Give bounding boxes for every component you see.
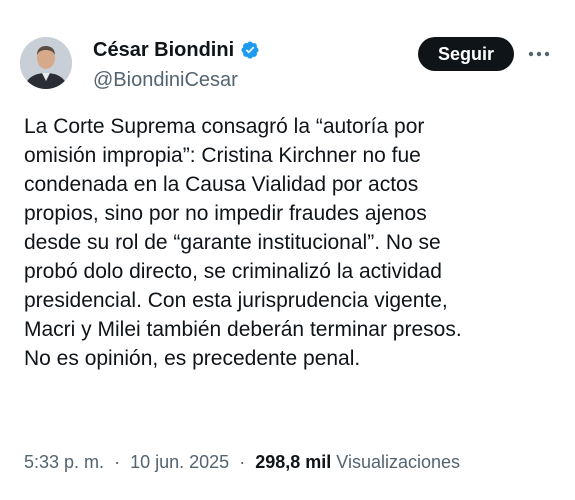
follow-button[interactable]: Seguir [418,37,514,71]
tweet-text-line: Macri y Milei también deberán terminar p… [24,318,462,341]
tweet-text-line: condenada en la Causa Vialidad por actos [24,173,419,196]
views-count[interactable]: 298,8 mil [255,452,331,472]
tweet-text-line: desde su rol de “garante institucional”.… [24,231,441,254]
tweet-meta: 5:33 p. m. · 10 jun. 2025 · 298,8 mil Vi… [24,450,460,474]
author-handle[interactable]: @BiondiniCesar [93,68,238,92]
views-label: Visualizaciones [336,452,461,472]
author-name-row[interactable]: César Biondini [93,38,260,62]
tweet-text-line: presidencial. Con esta jurisprudencia vi… [24,289,448,312]
more-options-button[interactable] [524,42,554,66]
meta-separator: · [239,452,246,472]
avatar[interactable] [20,37,72,89]
tweet-text-line: La Corte Suprema consagró la “autoría po… [24,115,425,138]
verified-badge-icon [240,40,260,60]
tweet-text-line: probó dolo directo, se criminalizó la ac… [24,260,442,283]
more-horizontal-icon [528,51,550,57]
tweet-text: La Corte Suprema consagró la “autoría po… [24,112,564,373]
tweet-text-line: omisión impropia”: Cristina Kirchner no … [24,144,421,167]
tweet-card: César Biondini @BiondiniCesar Seguir La … [0,0,575,500]
meta-separator: · [114,452,121,472]
tweet-date[interactable]: 10 jun. 2025 [130,452,229,472]
author-display-name[interactable]: César Biondini [93,38,234,62]
tweet-time[interactable]: 5:33 p. m. [24,452,104,472]
tweet-text-line: propios, sino por no impedir fraudes aje… [24,202,427,225]
tweet-text-line: No es opinión, es precedente penal. [24,347,361,370]
